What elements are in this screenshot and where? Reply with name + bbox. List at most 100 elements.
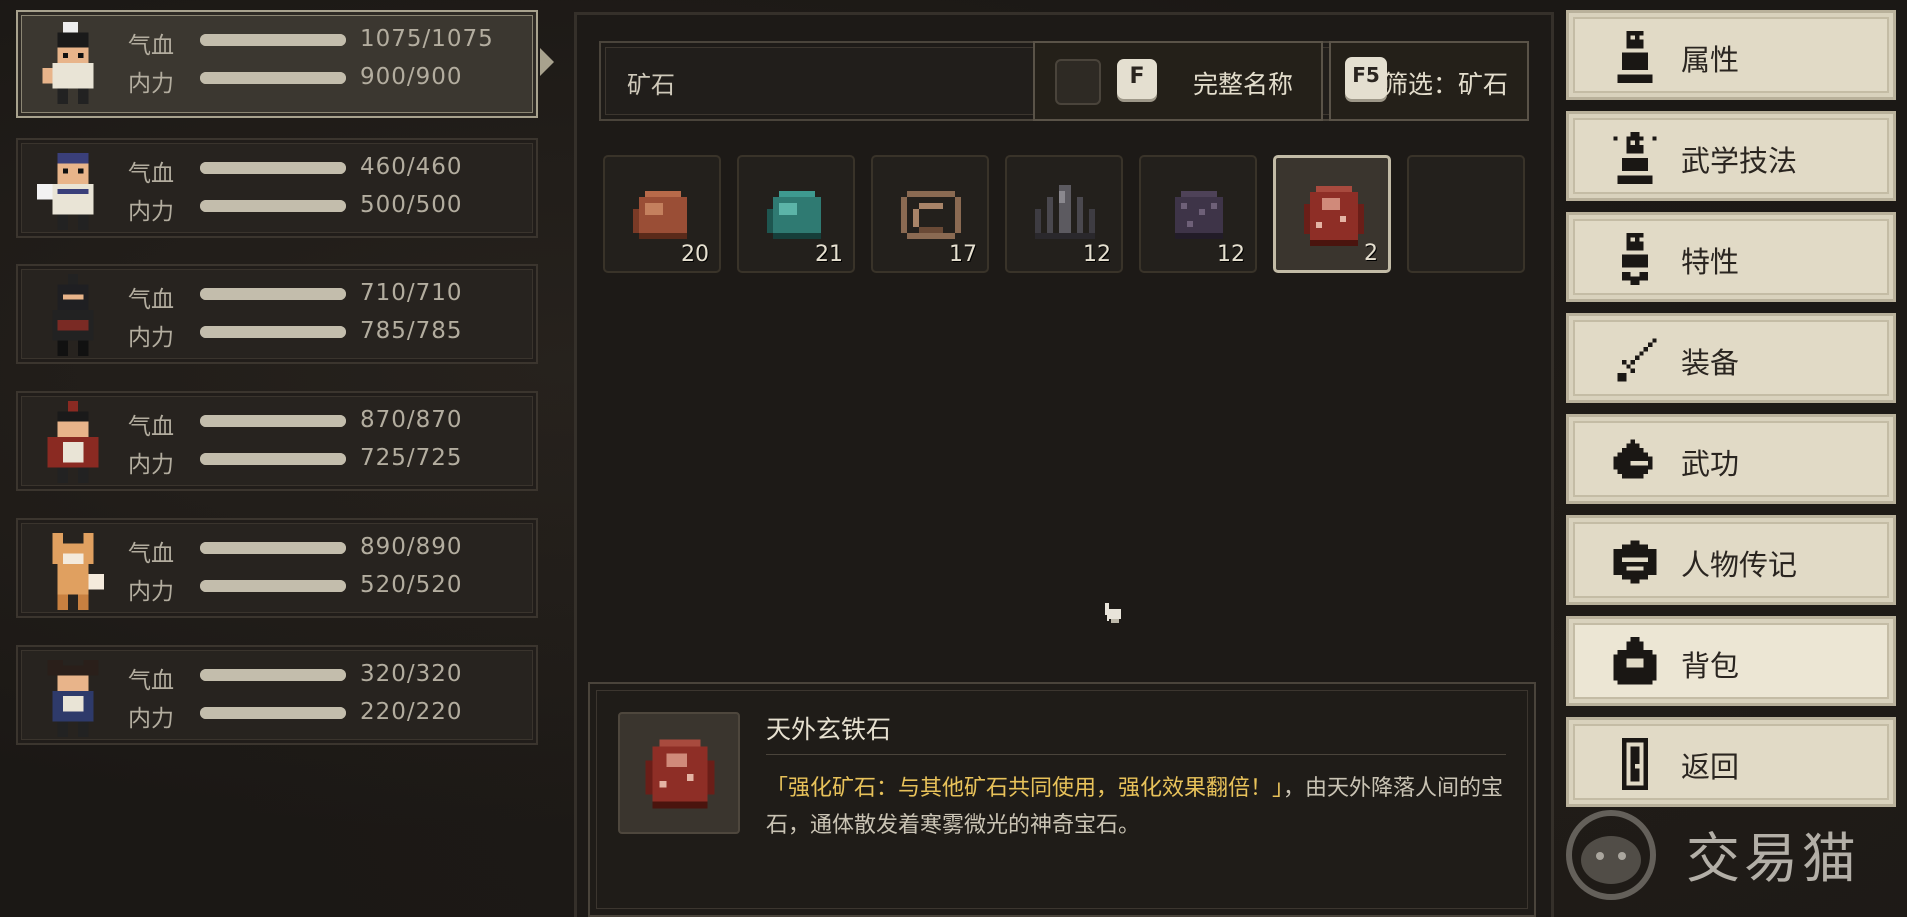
item-slot-empty[interactable] [1407, 155, 1525, 273]
menu-label: 武功 [1681, 447, 1740, 481]
girl-portrait-icon [47, 660, 99, 737]
hp-bar [200, 415, 346, 427]
search-input[interactable]: 矿石 [627, 65, 675, 100]
party-member-5[interactable]: 气血 890/890 内力 520/520 [16, 518, 538, 618]
mp-label: 内力 [128, 71, 174, 97]
mp-value: 725/725 [360, 445, 463, 471]
watermark-text: 交易猫 [1686, 827, 1860, 890]
item-description: 「强化矿石：与其他矿石共同使用，强化效果翻倍！」，由天外降落人间的宝石，通体散发… [766, 770, 1516, 844]
mp-value: 220/220 [360, 699, 463, 725]
fox-portrait-icon [52, 533, 104, 610]
selected-arrow-icon [540, 48, 554, 76]
filter-button[interactable]: F5 筛选：矿石 [1329, 41, 1529, 121]
party-member-3[interactable]: 气血 710/710 内力 785/785 [16, 264, 538, 364]
hp-bar [200, 542, 346, 554]
mp-label: 内力 [128, 452, 174, 478]
item-count: 12 [1217, 242, 1245, 267]
party-member-2[interactable]: 气血 460/460 内力 500/500 [16, 138, 538, 238]
mp-bar [200, 707, 346, 719]
watermark: 交易猫 [1556, 800, 1896, 900]
filter-label: 筛选：矿石 [1383, 70, 1509, 99]
item-slot-wire-ore[interactable]: 17 [871, 155, 989, 273]
item-count: 12 [1083, 242, 1111, 267]
detail-item-frame [618, 712, 740, 834]
item-count: 21 [815, 242, 843, 267]
fullname-toggle[interactable]: F 完整名称 [1033, 41, 1323, 121]
menu-kungfu-button[interactable]: 武功 [1566, 414, 1896, 504]
mp-bar [200, 326, 346, 338]
mp-label: 内力 [128, 706, 174, 732]
fullname-label: 完整名称 [1193, 70, 1294, 99]
person-icon [1617, 31, 1653, 83]
mp-value: 900/900 [360, 64, 463, 90]
menu-martial-skills-button[interactable]: 武学技法 [1566, 111, 1896, 201]
item-slot-jade-ore[interactable]: 21 [737, 155, 855, 273]
hp-label: 气血 [128, 414, 174, 440]
menu-label: 人物传记 [1681, 548, 1798, 582]
item-slot-meteor-iron-ore[interactable]: 2 [1273, 155, 1391, 273]
scroll-icon [1613, 540, 1657, 584]
heart-person-icon [1622, 233, 1648, 285]
item-slot-dark-iron-ore[interactable]: 12 [1139, 155, 1257, 273]
menu-label: 武学技法 [1681, 144, 1798, 178]
item-slot-copper-ore[interactable]: 20 [603, 155, 721, 273]
menu-equipment-button[interactable]: 装备 [1566, 313, 1896, 403]
item-detail-panel: 天外玄铁石 「强化矿石：与其他矿石共同使用，强化效果翻倍！」，由天外降落人间的宝… [588, 682, 1536, 917]
mp-value: 500/500 [360, 192, 463, 218]
mp-bar [200, 580, 346, 592]
hero-portrait-icon [42, 22, 94, 104]
meteor-iron-ore-icon [645, 739, 715, 809]
menu-attributes-button[interactable]: 属性 [1566, 10, 1896, 100]
hp-value: 460/460 [360, 154, 463, 180]
fullname-checkbox[interactable] [1055, 59, 1101, 105]
menu-label: 装备 [1681, 346, 1740, 380]
mp-bar [200, 453, 346, 465]
hp-label: 气血 [128, 668, 174, 694]
hp-value: 890/890 [360, 534, 463, 560]
f-key-icon: F [1117, 59, 1157, 99]
menu-label: 特性 [1681, 245, 1740, 279]
cat-logo-icon [1566, 810, 1656, 900]
hp-value: 1075/1075 [360, 26, 494, 52]
party-member-4[interactable]: 气血 870/870 内力 725/725 [16, 391, 538, 491]
party-member-1[interactable]: 气血 1075/1075 内力 900/900 [16, 10, 554, 118]
item-slot-crystal-ore[interactable]: 12 [1005, 155, 1123, 273]
item-count: 20 [681, 242, 709, 267]
bag-icon [1613, 637, 1657, 685]
item-count: 17 [949, 242, 977, 267]
door-icon [1622, 738, 1648, 790]
menu-traits-button[interactable]: 特性 [1566, 212, 1896, 302]
menu-biography-button[interactable]: 人物传记 [1566, 515, 1896, 605]
hand-cursor-icon [1105, 603, 1121, 623]
ninja-portrait-icon [52, 274, 94, 356]
hp-value: 870/870 [360, 407, 463, 433]
menu-label: 属性 [1681, 43, 1740, 77]
hp-label: 气血 [128, 161, 174, 187]
mp-value: 785/785 [360, 318, 463, 344]
hp-label: 气血 [128, 33, 174, 59]
party-member-6[interactable]: 气血 320/320 内力 220/220 [16, 645, 538, 745]
idea-icon [1613, 132, 1657, 184]
mp-label: 内力 [128, 199, 174, 225]
menu-back-button[interactable]: 返回 [1566, 717, 1896, 807]
sword-icon [1617, 338, 1657, 382]
mp-value: 520/520 [360, 572, 463, 598]
mp-bar [200, 72, 346, 84]
hp-label: 气血 [128, 541, 174, 567]
warrior-portrait-icon [47, 401, 99, 483]
menu-label: 返回 [1681, 750, 1740, 784]
divider [766, 754, 1506, 755]
menu-inventory-button[interactable]: 背包 [1566, 616, 1896, 706]
hp-bar [200, 162, 346, 174]
item-effect-text: 「强化矿石：与其他矿石共同使用，强化效果翻倍！」 [766, 776, 1284, 801]
mp-bar [200, 200, 346, 212]
hp-bar [200, 669, 346, 681]
mp-label: 内力 [128, 325, 174, 351]
scholar-portrait-icon [37, 153, 94, 230]
hp-bar [200, 288, 346, 300]
mp-label: 内力 [128, 579, 174, 605]
hp-value: 710/710 [360, 280, 463, 306]
f5-key-icon: F5 [1345, 57, 1387, 99]
hp-value: 320/320 [360, 661, 463, 687]
hp-bar [200, 34, 346, 46]
